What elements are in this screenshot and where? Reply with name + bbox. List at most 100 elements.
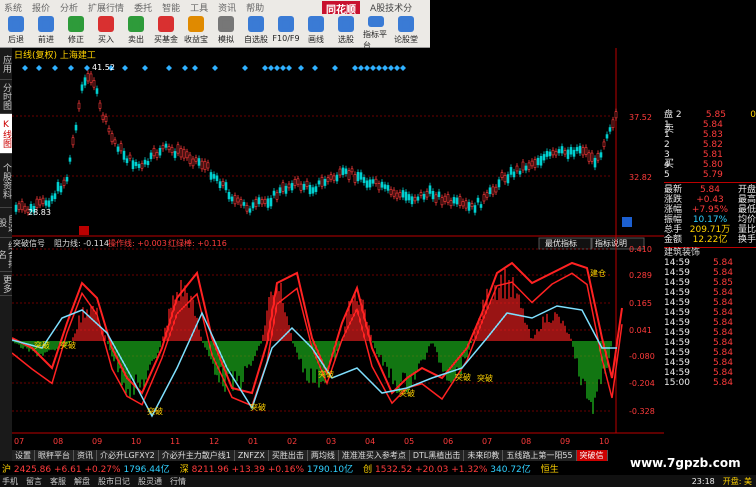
quote-key-2: 量比 bbox=[737, 225, 756, 235]
toolbar-button-4[interactable]: ■ 卖出 bbox=[123, 16, 149, 46]
indicator-tab-0[interactable]: 设置 bbox=[12, 450, 35, 461]
i-axis-2: 0.165 bbox=[629, 299, 652, 308]
ticker-item-1[interactable]: 深 8211.96 +13.39 +0.16% 1790.10亿 bbox=[180, 462, 353, 475]
sidebar-tab-2[interactable]: K线图 bbox=[0, 114, 12, 154]
quote-key-2: 最低 bbox=[737, 205, 756, 215]
toolbar-button-2[interactable]: ■ 修正 bbox=[63, 16, 89, 46]
status-item-6[interactable]: 行情 bbox=[170, 476, 186, 487]
toolbar-button-6[interactable]: ■ 收益宝 bbox=[183, 16, 209, 46]
indicator-tab-7[interactable]: 两均线 bbox=[307, 450, 339, 461]
ticker-name: 创 bbox=[363, 464, 373, 475]
status-item-1[interactable]: 留言 bbox=[26, 476, 42, 487]
menu-item-7[interactable]: 资讯 bbox=[218, 1, 236, 14]
indicator-tab-10[interactable]: 未来印教 bbox=[464, 450, 504, 461]
tick-price: 5.84 bbox=[712, 288, 733, 298]
sidebar-tab-4[interactable]: 自选股 bbox=[0, 208, 16, 238]
indicator-tab-6[interactable]: 买胜出击 bbox=[268, 450, 308, 461]
quote-value: 12.22亿 bbox=[692, 235, 728, 245]
tick-time: 14:59 bbox=[664, 348, 690, 358]
toolbar-button-5[interactable]: ■ 买基金 bbox=[153, 16, 179, 46]
menu-item-1[interactable]: 报价 bbox=[32, 1, 50, 14]
toolbar-button-7[interactable]: ■ 模拟 bbox=[213, 16, 239, 46]
month-label-3: 10 bbox=[131, 437, 141, 446]
window-subtitle: A股技术分 bbox=[370, 4, 413, 14]
tick-row: 14:59 5.84 bbox=[664, 348, 756, 358]
indicator-tab-11[interactable]: 五线路上第一阳55 bbox=[503, 450, 577, 461]
indicator-tab-1[interactable]: 眼秤平台 bbox=[35, 450, 74, 461]
sidebar-tab-1[interactable]: 分时图 bbox=[0, 80, 12, 114]
month-label-11: 06 bbox=[443, 437, 453, 446]
tick-time: 14:59 bbox=[664, 358, 690, 368]
i-axis-1: 0.289 bbox=[629, 271, 652, 280]
ticker-value: 1532.52 bbox=[374, 464, 413, 475]
bid-level-2: 2 bbox=[664, 140, 670, 150]
toolbar-button-9[interactable]: ■ F10/F9 bbox=[272, 16, 300, 46]
status-item-5[interactable]: 股灵通 bbox=[138, 476, 162, 487]
menu-item-0[interactable]: 系统 bbox=[4, 1, 22, 14]
tick-row: 14:59 5.84 bbox=[664, 318, 756, 328]
toolbar-button-11[interactable]: ■ 选股 bbox=[333, 16, 359, 46]
toolbar-button-10[interactable]: ■ 画线 bbox=[303, 16, 329, 46]
toolbar-label-4: 卖出 bbox=[128, 35, 144, 44]
indicator-tab-2[interactable]: 资讯 bbox=[74, 450, 97, 461]
k-axis-1: 32.82 bbox=[629, 173, 652, 182]
tick-price: 5.84 bbox=[712, 348, 733, 358]
indicator-tab-5[interactable]: ZNFZX bbox=[234, 450, 269, 461]
ticker-change: +13.39 bbox=[231, 464, 265, 475]
toolbar-label-0: 后退 bbox=[8, 35, 24, 44]
menu-item-8[interactable]: 帮助 bbox=[246, 1, 264, 14]
tick-time: 14:59 bbox=[664, 268, 690, 278]
ticker-percent: +0.27% bbox=[84, 464, 121, 475]
toolbar-button-1[interactable]: ■ 前进 bbox=[33, 16, 59, 46]
status-item-4[interactable]: 股市日记 bbox=[98, 476, 130, 487]
toolbar-label-13: 论股堂 bbox=[394, 35, 418, 44]
i-axis-6: -0.328 bbox=[629, 407, 655, 416]
chat-icon: ■ bbox=[398, 16, 414, 32]
status-item-3[interactable]: 解盘 bbox=[74, 476, 90, 487]
ticker-item-3[interactable]: 恒生 bbox=[541, 462, 559, 475]
buy-icon: ■ bbox=[98, 16, 114, 32]
menu-item-5[interactable]: 智能 bbox=[162, 1, 180, 14]
menu-item-3[interactable]: 扩展行情 bbox=[88, 1, 124, 14]
sidebar-tab-6[interactable]: 更多 bbox=[0, 272, 12, 296]
indicator-tab-9[interactable]: DTL黑植出击 bbox=[409, 450, 465, 461]
back-icon: ■ bbox=[8, 16, 24, 32]
status-item-2[interactable]: 客服 bbox=[50, 476, 66, 487]
quote-key-2: 换手 bbox=[737, 235, 756, 245]
quote-row: 振幅 10.17% 均价 bbox=[664, 215, 756, 225]
ticker-value: 2425.86 bbox=[13, 464, 52, 475]
toolbar-button-13[interactable]: ■ 论股堂 bbox=[393, 16, 419, 46]
indicator-tab-12[interactable]: 突破信 bbox=[576, 450, 608, 461]
toolbar-button-0[interactable]: ■ 后退 bbox=[3, 16, 29, 46]
tick-time: 14:59 bbox=[664, 338, 690, 348]
menu-item-2[interactable]: 分析 bbox=[60, 1, 78, 14]
toolbar-button-3[interactable]: ■ 买入 bbox=[93, 16, 119, 46]
status-item-0[interactable]: 手机 bbox=[2, 476, 18, 487]
sidebar-tab-3[interactable]: 个股资料 bbox=[0, 154, 12, 208]
toolbar-button-8[interactable]: ■ 自选股 bbox=[243, 16, 269, 46]
i-axis-4: -0.080 bbox=[629, 352, 655, 361]
finance-badge bbox=[622, 217, 632, 227]
quote-value: +7.95% bbox=[691, 205, 729, 215]
i-axis-0: 0.410 bbox=[629, 245, 652, 254]
best-indicator-label: 最优指标 bbox=[545, 238, 577, 248]
toolbar-label-3: 买入 bbox=[98, 35, 114, 44]
bid-price-4: 5.80 bbox=[702, 160, 723, 170]
ticker-amount: 1790.10亿 bbox=[306, 464, 354, 475]
indicator-tab-8[interactable]: 准准准买入参考点 bbox=[338, 450, 410, 461]
sidebar-tab-5[interactable]: 综合排名 bbox=[0, 238, 16, 272]
toolbar-label-10: 画线 bbox=[308, 35, 324, 44]
toolbar-button-12[interactable]: ■ 指标平台 bbox=[363, 16, 389, 50]
month-label-12: 07 bbox=[482, 437, 492, 446]
menu-item-4[interactable]: 委托 bbox=[134, 1, 152, 14]
menu-item-6[interactable]: 工具 bbox=[190, 1, 208, 14]
indicator-tab-4[interactable]: 介必升主力散户线1 bbox=[158, 450, 235, 461]
month-label-7: 02 bbox=[287, 437, 297, 446]
indicator-tab-3[interactable]: 介必升LGFXY2 bbox=[97, 450, 159, 461]
ticker-item-2[interactable]: 创 1532.52 +20.03 +1.32% 340.72亿 bbox=[363, 462, 531, 475]
sidebar-tab-0[interactable]: 应用 bbox=[0, 48, 12, 80]
breakout-marker-3: 突破 bbox=[250, 402, 266, 412]
chart-area[interactable]: 日线(复权) 上海建工 41.52 28.83 37.52 32.82 突破信号… bbox=[12, 48, 664, 450]
ticker-item-0[interactable]: 沪 2425.86 +6.61 +0.27% 1796.44亿 bbox=[2, 462, 170, 475]
quote-row: 总手 209.71万 量比 bbox=[664, 225, 756, 235]
